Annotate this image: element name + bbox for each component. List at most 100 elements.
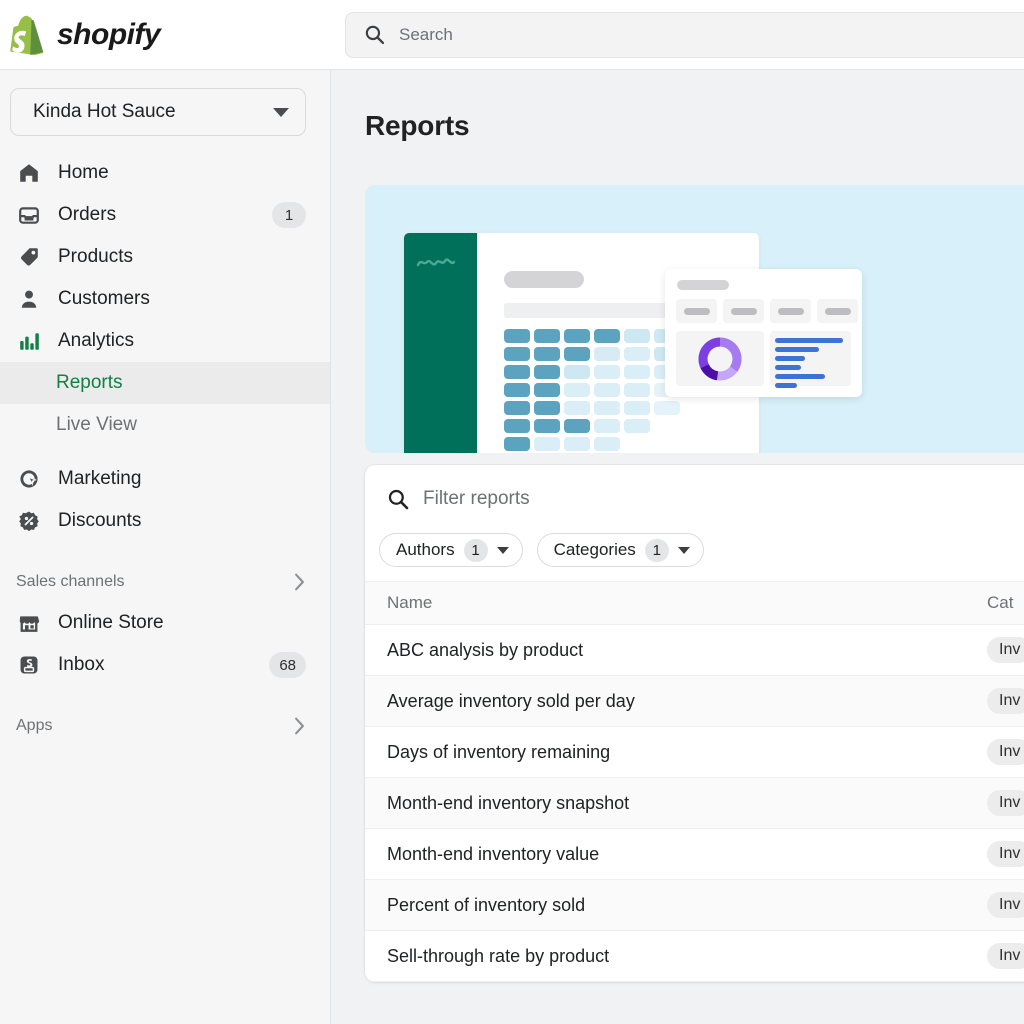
column-header-category: Cat — [987, 593, 1014, 612]
store-name: Kinda Hot Sauce — [33, 101, 176, 122]
primary-nav: Home Orders 1 Products Customers Analyti… — [0, 152, 330, 746]
sidebar-item-label: Home — [58, 162, 109, 183]
heatmap-cell — [504, 365, 530, 379]
heatmap-cell — [624, 401, 650, 415]
heatmap-cell — [594, 347, 620, 361]
illustration-side-panel — [404, 233, 477, 453]
sidebar-item-analytics[interactable]: Analytics — [0, 320, 330, 362]
heatmap-cell — [624, 329, 650, 343]
overlay-donut-chart — [676, 331, 764, 386]
heatmap-cell — [534, 401, 560, 415]
heatmap-row — [504, 437, 759, 451]
storefront-icon — [16, 610, 42, 636]
illustration-title-bar — [504, 271, 584, 288]
heatmap-cell — [624, 383, 650, 397]
sidebar-item-reports[interactable]: Reports — [0, 362, 330, 404]
sidebar-item-label: Marketing — [58, 468, 142, 489]
heatmap-cell — [624, 419, 650, 433]
heatmap-cell — [624, 365, 650, 379]
report-name: Month-end inventory value — [387, 843, 600, 864]
heatmap-cell — [564, 419, 590, 433]
inbox-count-badge: 68 — [269, 652, 306, 678]
sidebar-item-inbox[interactable]: Inbox 68 — [0, 644, 330, 686]
heatmap-cell — [504, 437, 530, 451]
filter-pill-categories[interactable]: Categories 1 — [536, 533, 704, 567]
analytics-bars-icon — [16, 328, 42, 354]
category-badge: Inv — [987, 943, 1024, 969]
category-badge: Inv — [987, 739, 1024, 765]
heatmap-cell — [564, 383, 590, 397]
table-row[interactable]: Sell-through rate by product Inv — [365, 931, 1024, 982]
filter-reports-input[interactable]: Filter reports — [365, 465, 1024, 533]
heatmap-cell — [534, 383, 560, 397]
report-name: Sell-through rate by product — [387, 945, 610, 966]
search-input[interactable]: Search — [345, 11, 1024, 58]
chevron-right-icon — [293, 573, 306, 591]
heatmap-cell — [504, 419, 530, 433]
table-row[interactable]: ABC analysis by product Inv — [365, 625, 1024, 676]
reports-table-body: ABC analysis by product Inv Average invent… — [365, 625, 1024, 982]
report-category-cell: Inv — [987, 892, 1024, 918]
filter-pill-count: 1 — [463, 538, 488, 562]
report-category-cell: Inv — [987, 637, 1024, 663]
table-header: Name Cat — [365, 581, 1024, 625]
sidebar-item-label: Online Store — [58, 612, 164, 633]
heatmap-cell — [594, 419, 620, 433]
sidebar-item-products[interactable]: Products — [0, 236, 330, 278]
sidebar-item-label: Orders — [58, 204, 117, 225]
sidebar-item-home[interactable]: Home — [0, 152, 330, 194]
table-row[interactable]: Days of inventory remaining Inv — [365, 727, 1024, 778]
shopify-logo[interactable]: shopify — [0, 15, 345, 55]
table-row[interactable]: Month-end inventory value Inv — [365, 829, 1024, 880]
chevron-down-icon — [496, 546, 509, 554]
sidebar-item-label: Inbox — [58, 654, 105, 675]
heatmap-cell — [534, 329, 560, 343]
reports-card: Filter reports Authors 1 Categories 1 Na… — [365, 465, 1024, 982]
sidebar-item-online-store[interactable]: Online Store — [0, 602, 330, 644]
filter-pills: Authors 1 Categories 1 — [365, 533, 1024, 581]
top-bar: shopify Search — [0, 0, 1024, 70]
sidebar-item-marketing[interactable]: Marketing — [0, 458, 330, 500]
filter-pill-authors[interactable]: Authors 1 — [379, 533, 523, 567]
sidebar-item-orders[interactable]: Orders 1 — [0, 194, 330, 236]
chevron-right-icon — [293, 717, 306, 735]
global-search[interactable]: Search — [345, 11, 1024, 58]
heatmap-cell — [564, 347, 590, 361]
overlay-stat-tile — [676, 299, 717, 323]
heatmap-cell — [504, 401, 530, 415]
report-name: Percent of inventory sold — [387, 894, 586, 915]
heatmap-cell — [504, 329, 530, 343]
heatmap-cell — [504, 347, 530, 361]
apps-label: Apps — [16, 717, 53, 734]
report-category-cell: Inv — [987, 841, 1024, 867]
sidebar-item-discounts[interactable]: Discounts — [0, 500, 330, 542]
main-content: Reports Filter reports Authors 1 Categor… — [331, 70, 1024, 1024]
overlay-stat-tile — [770, 299, 811, 323]
heatmap-cell — [534, 347, 560, 361]
report-name: Days of inventory remaining — [387, 741, 611, 762]
report-category-cell: Inv — [987, 688, 1024, 714]
overlay-bar-chart — [770, 331, 851, 388]
chevron-down-icon — [273, 107, 289, 117]
wavy-logo-icon — [416, 258, 456, 267]
filter-pill-label: Authors — [396, 540, 455, 559]
filter-pill-count: 1 — [644, 538, 669, 562]
apps-section[interactable]: Apps — [0, 706, 330, 746]
category-badge: Inv — [987, 637, 1024, 663]
sidebar-item-customers[interactable]: Customers — [0, 278, 330, 320]
category-badge: Inv — [987, 688, 1024, 714]
heatmap-row — [504, 401, 759, 415]
overlay-stat-tiles — [676, 299, 858, 323]
reports-hero-banner — [365, 185, 1024, 453]
store-selector[interactable]: Kinda Hot Sauce — [10, 88, 306, 136]
table-row[interactable]: Percent of inventory sold Inv — [365, 880, 1024, 931]
marketing-target-icon — [16, 466, 42, 492]
sidebar-item-live-view[interactable]: Live View — [0, 404, 330, 446]
heatmap-cell — [534, 437, 560, 451]
shopify-bag-icon — [10, 15, 48, 55]
table-row[interactable]: Month-end inventory snapshot Inv — [365, 778, 1024, 829]
heatmap-cell — [564, 401, 590, 415]
discount-percent-icon — [16, 508, 42, 534]
table-row[interactable]: Average inventory sold per day Inv — [365, 676, 1024, 727]
sales-channels-section[interactable]: Sales channels — [0, 562, 330, 602]
